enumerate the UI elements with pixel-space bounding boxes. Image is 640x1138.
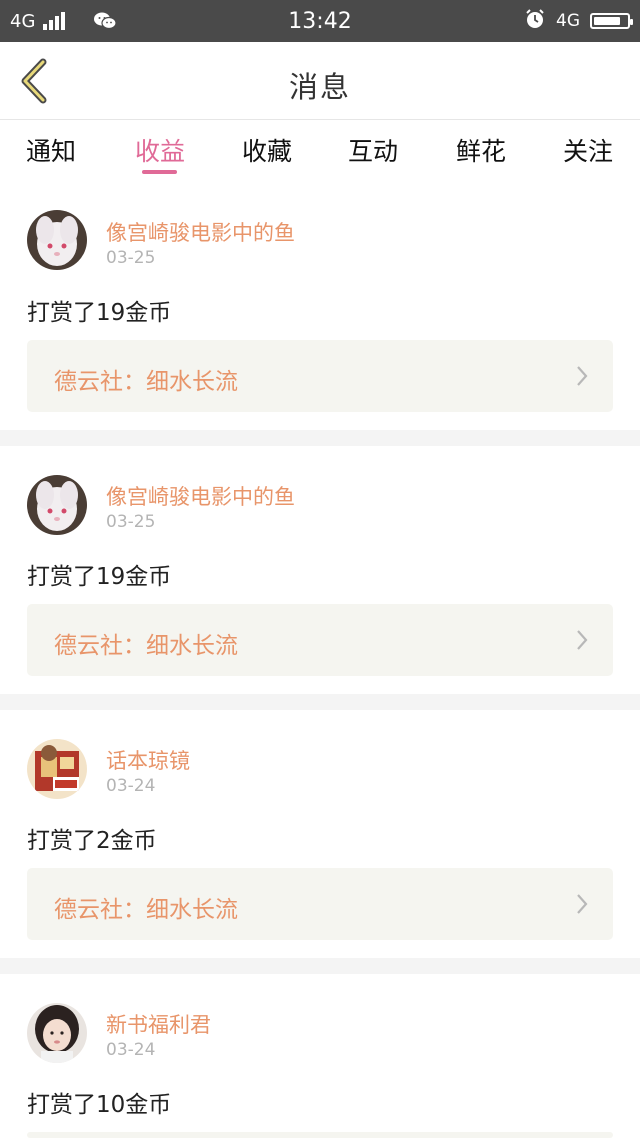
book-title: 德云社：细水长流	[54, 369, 238, 395]
reward-message: 打赏了2金币	[27, 828, 157, 854]
message-date: 03-25	[106, 512, 156, 532]
earnings-card: 话本琼镜 03-24 打赏了2金币 德云社：细水长流	[0, 710, 640, 958]
tab-earnings[interactable]: 收益	[115, 132, 205, 168]
network-label-right: 4G	[556, 11, 580, 31]
reward-message: 打赏了19金币	[27, 564, 172, 590]
chevron-right-icon	[577, 630, 588, 650]
reward-message: 打赏了19金币	[27, 300, 172, 326]
sender-name[interactable]: 像宫崎骏电影中的鱼	[106, 217, 295, 247]
message-date: 03-25	[106, 248, 156, 268]
book-reference[interactable]: 德云社：细水长流	[27, 340, 613, 412]
tab-follow[interactable]: 关注	[543, 132, 633, 168]
tab-flowers[interactable]: 鲜花	[436, 132, 526, 168]
alarm-icon	[524, 8, 546, 35]
reward-message: 打赏了10金币	[27, 1092, 172, 1118]
sender-name[interactable]: 话本琼镜	[106, 745, 190, 775]
earnings-card: 像宫崎骏电影中的鱼 03-25 打赏了19金币 德云社：细水长流	[0, 446, 640, 694]
sender-name[interactable]: 像宫崎骏电影中的鱼	[106, 481, 295, 511]
chevron-right-icon	[577, 894, 588, 914]
battery-icon	[590, 13, 633, 29]
avatar[interactable]	[27, 210, 87, 270]
status-right: 4G	[524, 8, 633, 35]
card-divider	[0, 694, 640, 710]
avatar[interactable]	[27, 739, 87, 799]
book-title: 德云社：细水长流	[54, 897, 238, 923]
nav-header: 消息	[0, 42, 640, 120]
tab-favorites[interactable]: 收藏	[222, 132, 312, 168]
card-divider	[0, 958, 640, 974]
avatar[interactable]	[27, 1003, 87, 1063]
book-reference[interactable]: 德云社：细水长流	[27, 604, 613, 676]
book-title: 德云社：细水长流	[54, 633, 238, 659]
book-reference[interactable]: 德云社：细水长流	[27, 868, 613, 940]
chevron-right-icon	[577, 366, 588, 386]
book-reference[interactable]	[27, 1132, 613, 1138]
message-date: 03-24	[106, 776, 156, 796]
avatar[interactable]	[27, 475, 87, 535]
sender-name[interactable]: 新书福利君	[106, 1009, 211, 1039]
tab-interaction[interactable]: 互动	[328, 132, 418, 168]
earnings-card: 新书福利君 03-24 打赏了10金币	[0, 974, 640, 1138]
page-title: 消息	[288, 70, 351, 104]
card-divider	[0, 430, 640, 446]
tab-notice[interactable]: 通知	[6, 132, 96, 168]
active-tab-indicator	[142, 170, 177, 174]
status-bar: 4G 13:42 4G	[0, 0, 640, 42]
earnings-card: 像宫崎骏电影中的鱼 03-25 打赏了19金币 德云社：细水长流	[0, 190, 640, 430]
message-date: 03-24	[106, 1040, 156, 1060]
tab-bar: 通知 收益 收藏 互动 鲜花 关注	[0, 120, 640, 182]
